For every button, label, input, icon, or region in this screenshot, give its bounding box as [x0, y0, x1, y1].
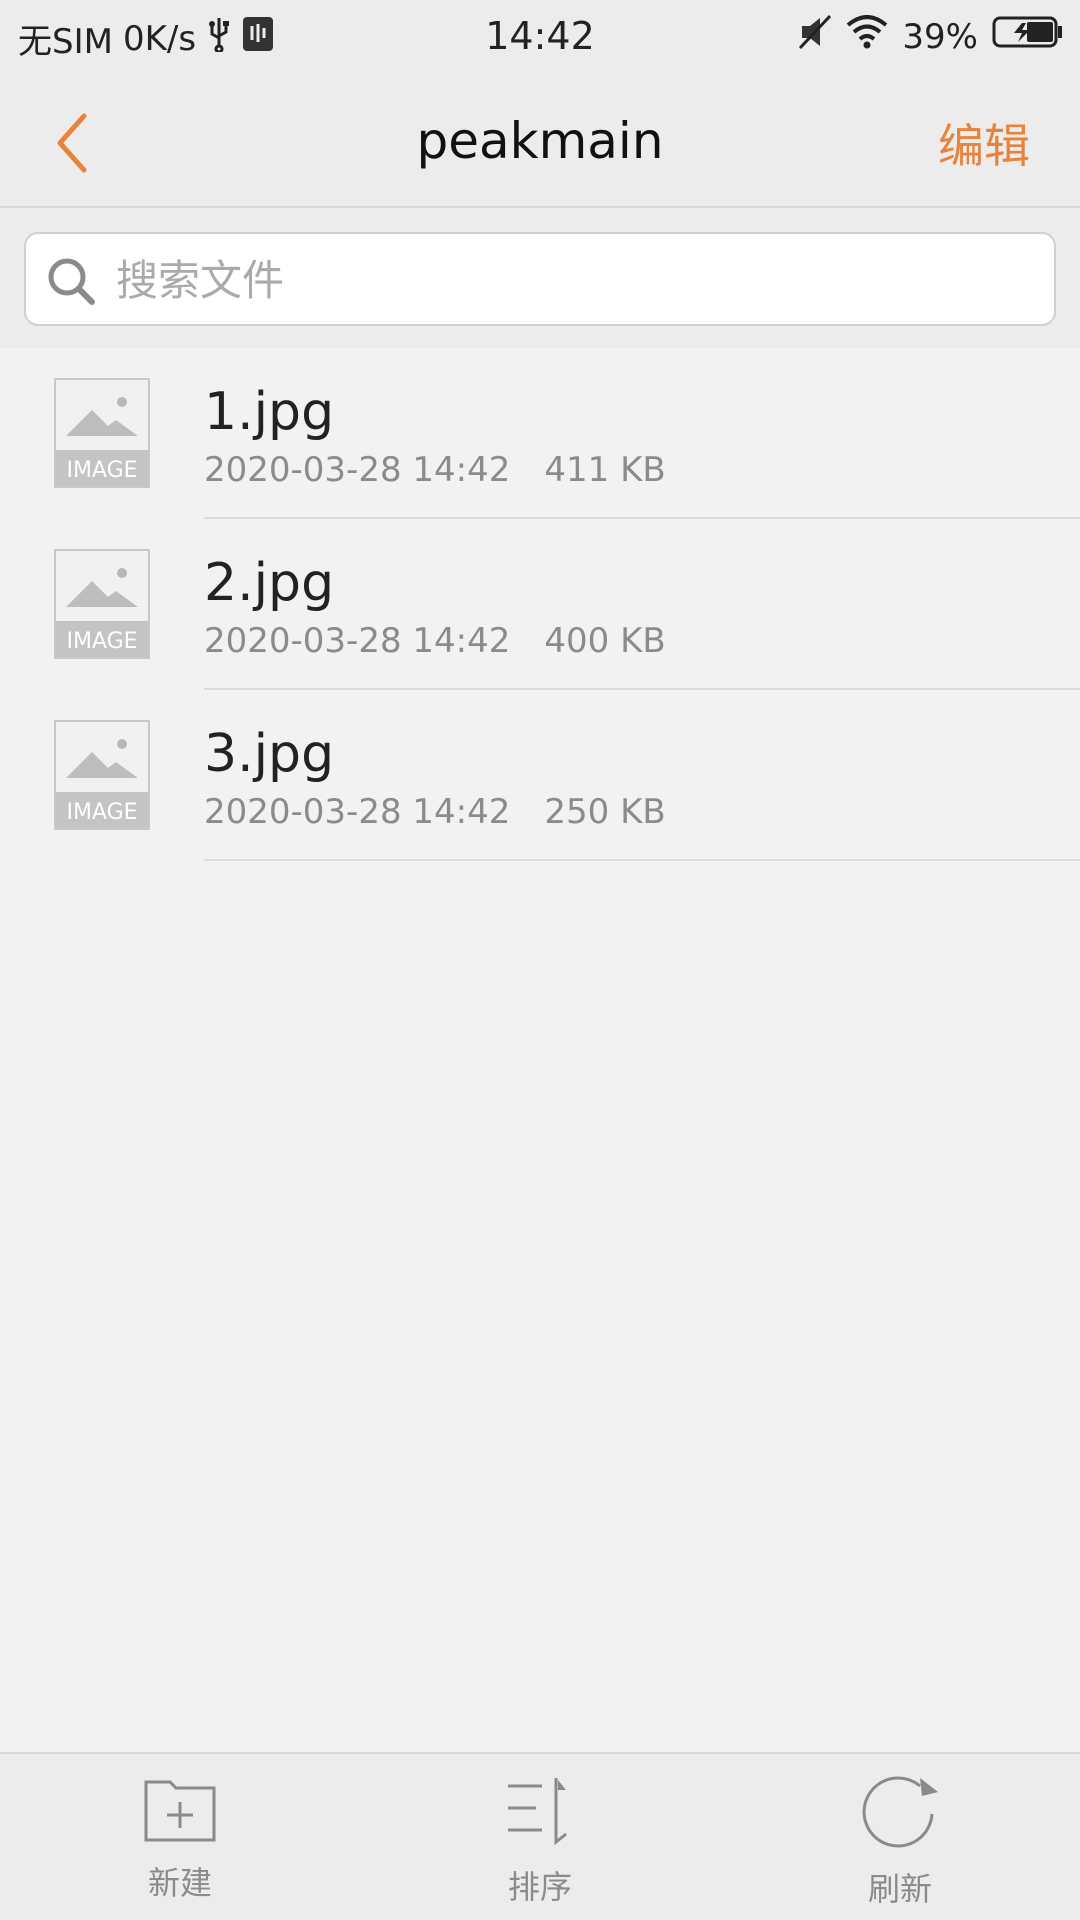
- list-item[interactable]: IMAGE 1.jpg 2020-03-28 14:42 411 KB: [0, 348, 1080, 519]
- sort-button[interactable]: 排序: [440, 1774, 640, 1908]
- search-input[interactable]: [116, 248, 1016, 312]
- search-icon: [46, 256, 96, 306]
- file-name: 3.jpg: [204, 724, 335, 784]
- bottom-toolbar: 新建 排序 刷新: [0, 1752, 1080, 1920]
- file-size: 400 KB: [544, 621, 666, 661]
- file-meta: 2020-03-28 14:42 250 KB: [204, 792, 666, 832]
- file-date: 2020-03-28 14:42: [204, 450, 511, 490]
- divider: [204, 859, 1080, 861]
- refresh-icon: [800, 1774, 1000, 1850]
- sort-icon: [440, 1774, 640, 1848]
- image-thumbnail: IMAGE: [54, 378, 150, 488]
- edit-button[interactable]: 编辑: [938, 110, 1030, 176]
- wifi-icon: [846, 15, 888, 58]
- image-thumbnail: IMAGE: [54, 549, 150, 659]
- file-size: 411 KB: [544, 450, 666, 490]
- file-meta: 2020-03-28 14:42 400 KB: [204, 621, 666, 661]
- thumbnail-label: IMAGE: [66, 458, 137, 483]
- new-label: 新建: [147, 1864, 212, 1902]
- image-placeholder-icon: IMAGE: [56, 380, 148, 486]
- mute-icon: [798, 14, 832, 59]
- status-right: 39%: [798, 14, 1064, 59]
- refresh-label: 刷新: [867, 1870, 932, 1908]
- page-title: peakmain: [416, 112, 664, 170]
- thumbnail-label: IMAGE: [66, 800, 137, 825]
- list-item[interactable]: IMAGE 3.jpg 2020-03-28 14:42 250 KB: [0, 690, 1080, 861]
- file-list: IMAGE 1.jpg 2020-03-28 14:42 411 KB IMAG…: [0, 348, 1080, 861]
- file-size: 250 KB: [544, 792, 666, 832]
- header: peakmain 编辑: [0, 76, 1080, 208]
- thumbnail-label: IMAGE: [66, 629, 137, 654]
- battery-icon: [992, 15, 1064, 58]
- battery-percent: 39%: [902, 16, 978, 57]
- new-folder-icon: [80, 1774, 280, 1844]
- new-button[interactable]: 新建: [80, 1774, 280, 1904]
- refresh-button[interactable]: 刷新: [800, 1774, 1000, 1910]
- file-name: 1.jpg: [204, 382, 335, 442]
- image-placeholder-icon: IMAGE: [56, 722, 148, 828]
- search-box[interactable]: [24, 232, 1056, 326]
- file-meta: 2020-03-28 14:42 411 KB: [204, 450, 666, 490]
- search-bar: [0, 208, 1080, 348]
- sort-label: 排序: [507, 1868, 572, 1906]
- list-item[interactable]: IMAGE 2.jpg 2020-03-28 14:42 400 KB: [0, 519, 1080, 690]
- file-date: 2020-03-28 14:42: [204, 621, 511, 661]
- image-placeholder-icon: IMAGE: [56, 551, 148, 657]
- image-thumbnail: IMAGE: [54, 720, 150, 830]
- status-bar: 无SIM 0K/s 14:42 39%: [0, 0, 1080, 76]
- file-name: 2.jpg: [204, 553, 335, 613]
- file-date: 2020-03-28 14:42: [204, 792, 511, 832]
